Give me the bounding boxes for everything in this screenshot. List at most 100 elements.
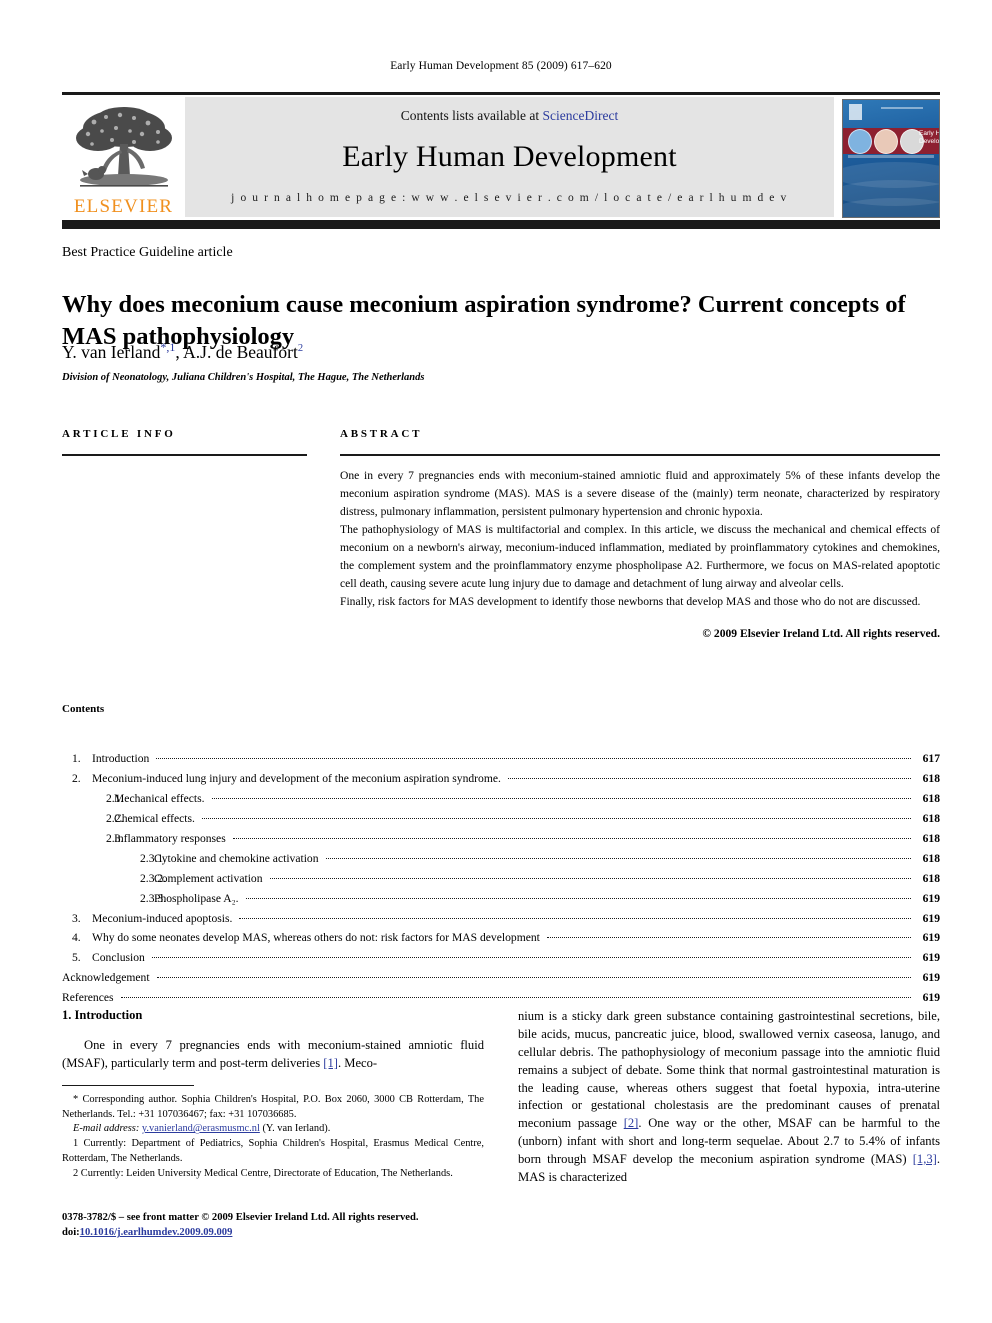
- left-column: 1. Introduction One in every 7 pregnanci…: [62, 1008, 484, 1187]
- intro-right-part-1: nium is a sticky dark green substance co…: [518, 1009, 940, 1131]
- footnote-divider: [62, 1084, 194, 1086]
- journal-cover-thumbnail[interactable]: Early Human Development: [842, 97, 940, 218]
- toc-entry[interactable]: 2. Meconium-induced lung injury and devel…: [62, 769, 940, 789]
- article-info-column: [62, 467, 340, 643]
- author-name-1: Y. van Ierland: [62, 341, 161, 362]
- abstract-paragraph: Finally, risk factors for MAS developmen…: [340, 594, 921, 608]
- toc-entry-label: Conclusion: [92, 951, 145, 965]
- toc-leader-dots: [239, 917, 911, 919]
- toc-leader-dots: [156, 977, 911, 979]
- footnotes-block: * Corresponding author. Sophia Children'…: [62, 1093, 484, 1182]
- abstract-column: One in every 7 pregnancies ends with mec…: [340, 467, 940, 643]
- toc-entry-number: 3.: [72, 911, 81, 925]
- cover-title-line-2: Development: [919, 138, 940, 146]
- article-type-label: Best Practice Guideline article: [62, 245, 233, 260]
- cover-title-line-1: Early Human: [919, 130, 940, 137]
- footnote-2: 2 Currently: Leiden University Medical C…: [73, 1167, 453, 1179]
- footnote-email-label: E-mail address:: [73, 1123, 140, 1135]
- author-separator: ,: [175, 341, 184, 362]
- elsevier-wordmark: ELSEVIER: [73, 196, 174, 217]
- footnote-corresponding-author: * Corresponding author. Sophia Children'…: [62, 1093, 484, 1120]
- toc-entry-page: 619: [922, 911, 940, 925]
- toc-leader-dots: [201, 817, 911, 819]
- article-info-heading: ARTICLE INFO: [62, 428, 176, 440]
- toc-entry[interactable]: 2.3. Inflammatory responses 618: [62, 829, 940, 849]
- toc-entry-label: Meconium-induced lung injury and develop…: [92, 771, 501, 785]
- toc-entry[interactable]: 5. Conclusion 619: [62, 948, 940, 968]
- journal-band: Contents lists available at ScienceDirec…: [185, 97, 834, 217]
- author-name-2: A.J. de Beaufort: [183, 341, 298, 362]
- toc-entry-page: 619: [922, 931, 940, 945]
- toc-entry[interactable]: 2.3.1. Cytokine and chemokine activation 6…: [62, 849, 940, 869]
- toc-entry-label: Mechanical effects.: [114, 791, 205, 805]
- contents-label: Contents: [62, 703, 105, 715]
- journal-article-page: Early Human Development 85 (2009) 617–62…: [0, 0, 992, 1323]
- intro-text-part-1: One in every 7 pregnancies ends with mec…: [62, 1038, 484, 1070]
- toc-entry[interactable]: 2.1. Mechanical effects. 618: [62, 789, 940, 809]
- abstract-paragraph: The pathophysiology of MAS is multifacto…: [340, 522, 940, 590]
- toc-leader-dots: [269, 877, 911, 879]
- citation-link-1[interactable]: [1]: [323, 1056, 338, 1070]
- toc-entry-page: 618: [922, 851, 940, 865]
- toc-entry-page: 618: [922, 791, 940, 805]
- toc-entry-label: Meconium-induced apoptosis.: [92, 911, 233, 925]
- toc-entry-label: Complement activation: [154, 871, 263, 885]
- footer-issn-doi: 0378-3782/$ – see front matter © 2009 El…: [62, 1210, 484, 1241]
- sciencedirect-link[interactable]: ScienceDirect: [543, 108, 619, 123]
- toc-entry[interactable]: Acknowledgement 619: [62, 968, 940, 988]
- email-link[interactable]: y.vanierland@erasmusmc.nl: [142, 1123, 260, 1134]
- issn-line: 0378-3782/$ – see front matter © 2009 El…: [62, 1212, 419, 1223]
- journal-homepage[interactable]: j o u r n a l h o m e p a g e : w w w . …: [231, 192, 788, 204]
- toc-entry-label: Why do some neonates develop MAS, wherea…: [92, 931, 540, 945]
- toc-entry[interactable]: References 619: [62, 988, 940, 1008]
- footnote-1: 1 Currently: Department of Pediatrics, S…: [62, 1138, 484, 1164]
- doi-line: doi:10.1016/j.earlhumdev.2009.09.009: [62, 1225, 484, 1240]
- citation-link-1-3[interactable]: [1,3]: [913, 1152, 937, 1166]
- abstract-heading: ABSTRACT: [340, 428, 423, 440]
- cover-journal-title: Early Human Development: [919, 130, 940, 146]
- table-of-contents: 1. Introduction 617 2. Meconium-induced lung…: [62, 749, 940, 1008]
- toc-entry-number: 2.3.3.: [140, 891, 167, 905]
- toc-leader-dots: [151, 957, 911, 959]
- toc-entry[interactable]: 2.3.2. Complement activation 618: [62, 869, 940, 889]
- body-columns: 1. Introduction One in every 7 pregnanci…: [62, 1008, 940, 1187]
- toc-entry-number: 2.2.: [106, 811, 124, 825]
- toc-entry-label: Cytokine and chemokine activation: [154, 851, 319, 865]
- toc-entry-label: Introduction: [92, 752, 150, 765]
- toc-entry-number: 2.3.: [106, 831, 124, 845]
- abstract-rule: [340, 454, 940, 456]
- section-heading-introduction: 1. Introduction: [62, 1008, 143, 1022]
- elsevier-logo: ELSEVIER: [62, 97, 185, 217]
- toc-leader-dots: [120, 997, 911, 999]
- toc-entry[interactable]: 2.2. Chemical effects. 618: [62, 809, 940, 829]
- toc-leader-dots: [232, 837, 911, 839]
- footnote-email: E-mail address: y.vanierland@erasmusmc.n…: [62, 1122, 484, 1137]
- toc-entry-number: 1.: [72, 752, 81, 765]
- toc-entry-page: 619: [922, 891, 940, 905]
- toc-entry-page: 618: [922, 871, 940, 885]
- toc-entry[interactable]: 2.3.3. Phospholipase A₂. 619: [62, 889, 940, 909]
- toc-entry-number: 2.: [72, 771, 81, 785]
- toc-entry-number: 2.1.: [106, 791, 124, 805]
- toc-entry[interactable]: 4. Why do some neonates develop MAS, wher…: [62, 928, 940, 948]
- author-1-marks[interactable]: *,1: [160, 340, 175, 354]
- toc-entry[interactable]: 1. Introduction 617: [62, 749, 940, 769]
- toc-leader-dots: [211, 797, 911, 799]
- toc-entry[interactable]: 3. Meconium-induced apoptosis. 619: [62, 909, 940, 929]
- journal-cover-image: Early Human Development: [842, 99, 940, 218]
- contents-section: Contents 1. Introduction 617 2. Meconium-ind…: [62, 703, 940, 1008]
- author-2-marks[interactable]: 2: [298, 343, 303, 354]
- intro-paragraph-right: nium is a sticky dark green substance co…: [518, 1008, 940, 1187]
- cover-elsevier-mark-icon: [849, 104, 862, 120]
- toc-entry-number: 2.3.2.: [140, 871, 167, 885]
- toc-entry-number: 2.3.1.: [140, 851, 167, 865]
- toc-entry-page: 618: [922, 811, 940, 825]
- cover-circles-icon: [848, 129, 924, 154]
- citation-link-2[interactable]: [2]: [624, 1116, 639, 1130]
- intro-paragraph-left: One in every 7 pregnancies ends with mec…: [62, 1037, 484, 1073]
- doi-link[interactable]: 10.1016/j.earlhumdev.2009.09.009: [80, 1227, 233, 1238]
- masthead-bottom-rule: [62, 220, 940, 229]
- contents-available-prefix: Contents lists available at: [400, 108, 543, 123]
- abstract-paragraph: One in every 7 pregnancies ends with mec…: [340, 469, 940, 518]
- toc-leader-dots: [546, 937, 911, 939]
